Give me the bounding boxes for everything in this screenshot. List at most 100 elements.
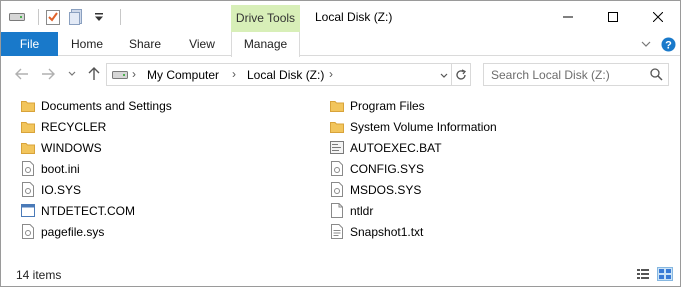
item-label: RECYCLER bbox=[41, 119, 107, 134]
ribbon-tabs: File Home Share View Manage ? bbox=[1, 32, 680, 57]
breadcrumb-local-disk[interactable]: Local Disk (Z:) bbox=[247, 68, 324, 82]
settings-file-icon bbox=[329, 161, 345, 177]
up-arrow-icon bbox=[88, 67, 100, 80]
maximize-button[interactable] bbox=[590, 1, 635, 32]
item-label: IO.SYS bbox=[41, 182, 82, 197]
tab-home[interactable]: Home bbox=[63, 32, 111, 56]
minimize-icon bbox=[562, 16, 573, 17]
properties-icon[interactable] bbox=[45, 9, 61, 25]
folder-icon bbox=[20, 98, 36, 114]
back-button[interactable] bbox=[13, 65, 31, 83]
new-folder-icon[interactable] bbox=[68, 9, 84, 25]
forward-button[interactable] bbox=[39, 65, 57, 83]
list-item[interactable]: RECYCLER bbox=[20, 116, 106, 137]
item-label: ntldr bbox=[350, 203, 374, 218]
list-item[interactable]: NTDETECT.COM bbox=[20, 200, 135, 221]
settings-file-icon bbox=[20, 182, 36, 198]
window-title: Local Disk (Z:) bbox=[315, 10, 393, 24]
toolbar-divider bbox=[120, 9, 121, 25]
large-icons-view-button[interactable] bbox=[657, 267, 673, 281]
quick-access-toolbar bbox=[9, 8, 127, 26]
breadcrumb-chevron-icon[interactable]: › bbox=[329, 67, 333, 81]
list-item[interactable]: pagefile.sys bbox=[20, 221, 104, 242]
help-icon: ? bbox=[661, 37, 676, 51]
forward-arrow-icon bbox=[42, 68, 55, 80]
item-count: 14 items bbox=[16, 268, 62, 282]
recent-locations-button[interactable] bbox=[63, 65, 81, 83]
drive-icon bbox=[112, 69, 128, 83]
search-box[interactable] bbox=[483, 63, 669, 86]
folder-icon bbox=[20, 140, 36, 156]
item-label: pagefile.sys bbox=[41, 224, 105, 239]
minimize-button[interactable] bbox=[545, 1, 590, 32]
up-button[interactable] bbox=[85, 65, 103, 83]
item-label: AUTOEXEC.BAT bbox=[350, 140, 442, 155]
list-item[interactable]: Documents and Settings bbox=[20, 95, 172, 116]
status-bar: 14 items bbox=[1, 263, 680, 286]
chevron-down-icon bbox=[68, 71, 76, 76]
address-dropdown-button[interactable] bbox=[440, 68, 448, 82]
refresh-button[interactable] bbox=[451, 64, 470, 85]
tab-file[interactable]: File bbox=[1, 32, 58, 56]
list-item[interactable]: Snapshot1.txt bbox=[329, 221, 423, 242]
item-label: Snapshot1.txt bbox=[350, 224, 424, 239]
chevron-down-icon bbox=[440, 73, 448, 78]
toolbar-divider bbox=[38, 9, 39, 25]
list-item[interactable]: Program Files bbox=[329, 95, 425, 116]
item-label: Program Files bbox=[350, 98, 425, 113]
close-button[interactable] bbox=[635, 1, 680, 32]
breadcrumb-my-computer[interactable]: My Computer bbox=[147, 68, 219, 82]
tab-manage[interactable]: Manage bbox=[231, 32, 300, 57]
item-label: NTDETECT.COM bbox=[41, 203, 135, 218]
navigation-bar: › My Computer › Local Disk (Z:) › bbox=[1, 57, 680, 91]
address-bar[interactable]: › My Computer › Local Disk (Z:) › bbox=[106, 63, 471, 86]
chevron-down-icon bbox=[641, 41, 651, 47]
back-arrow-icon bbox=[15, 68, 28, 80]
details-view-icon bbox=[637, 269, 649, 279]
svg-text:?: ? bbox=[665, 39, 672, 51]
folder-icon bbox=[20, 119, 36, 135]
settings-file-icon bbox=[20, 224, 36, 240]
maximize-icon bbox=[607, 11, 618, 22]
expand-ribbon-button[interactable] bbox=[641, 36, 651, 52]
text-file-icon bbox=[329, 224, 345, 240]
explorer-window: Drive Tools Local Disk (Z:) File Home Sh… bbox=[0, 0, 681, 287]
folder-icon bbox=[329, 119, 345, 135]
settings-file-icon bbox=[20, 161, 36, 177]
list-item[interactable]: AUTOEXEC.BAT bbox=[329, 137, 442, 158]
settings-file-icon bbox=[329, 182, 345, 198]
item-label: System Volume Information bbox=[350, 119, 497, 134]
title-bar: Drive Tools Local Disk (Z:) bbox=[1, 1, 680, 32]
breadcrumb-chevron-icon[interactable]: › bbox=[132, 67, 136, 81]
batch-file-icon bbox=[329, 140, 345, 156]
application-icon bbox=[20, 203, 36, 219]
item-label: boot.ini bbox=[41, 161, 80, 176]
large-icons-view-icon bbox=[659, 269, 671, 279]
item-label: CONFIG.SYS bbox=[350, 161, 425, 176]
search-icon[interactable] bbox=[650, 68, 663, 84]
help-button[interactable]: ? bbox=[661, 36, 676, 52]
list-item[interactable]: IO.SYS bbox=[20, 179, 81, 200]
list-item[interactable]: ntldr bbox=[329, 200, 373, 221]
refresh-icon bbox=[456, 68, 467, 80]
tab-share[interactable]: Share bbox=[121, 32, 169, 56]
drive-tools-label: Drive Tools bbox=[235, 11, 296, 25]
file-list: Documents and Settings RECYCLER WINDOWS … bbox=[1, 95, 680, 255]
drive-icon[interactable] bbox=[9, 9, 25, 25]
folder-icon bbox=[329, 98, 345, 114]
list-item[interactable]: MSDOS.SYS bbox=[329, 179, 421, 200]
close-icon bbox=[652, 11, 663, 22]
tab-view[interactable]: View bbox=[178, 32, 226, 56]
item-label: WINDOWS bbox=[41, 140, 102, 155]
breadcrumb-chevron-icon[interactable]: › bbox=[232, 67, 236, 81]
list-item[interactable]: boot.ini bbox=[20, 158, 80, 179]
details-view-button[interactable] bbox=[635, 267, 651, 281]
item-label: MSDOS.SYS bbox=[350, 182, 422, 197]
customize-qat-icon[interactable] bbox=[91, 9, 107, 25]
list-item[interactable]: WINDOWS bbox=[20, 137, 102, 158]
item-label: Documents and Settings bbox=[41, 98, 172, 113]
file-icon bbox=[329, 203, 345, 219]
list-item[interactable]: CONFIG.SYS bbox=[329, 158, 424, 179]
list-item[interactable]: System Volume Information bbox=[329, 116, 497, 137]
search-input[interactable] bbox=[491, 67, 641, 82]
